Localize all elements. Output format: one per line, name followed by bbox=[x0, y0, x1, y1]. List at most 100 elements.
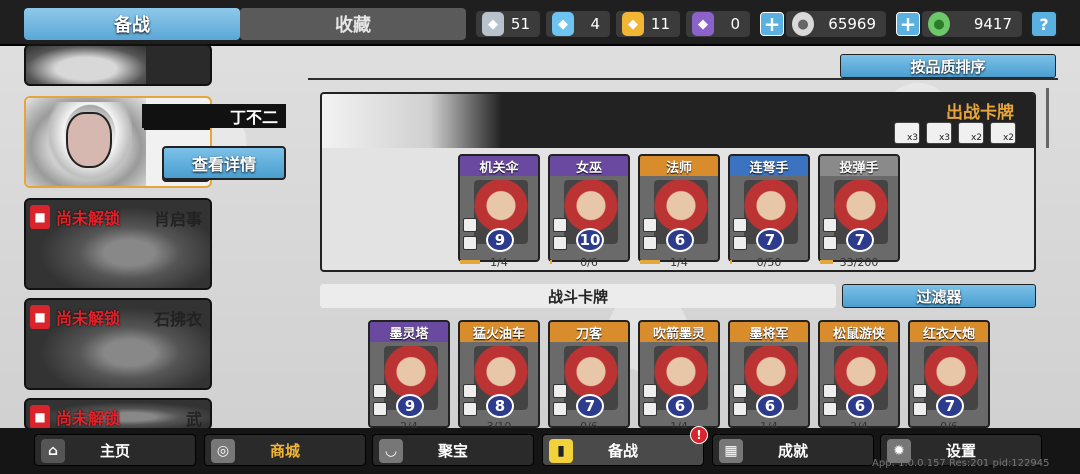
filter-button[interactable]: 过滤器 bbox=[842, 284, 1036, 308]
trait-icon bbox=[463, 402, 477, 416]
card[interactable]: 机关伞 9 bbox=[458, 154, 540, 262]
top-bar: 备战 收藏 ◆ 51 ◆ 4 ◆ 11 ◆ 0 + ● 65969 + ● 94… bbox=[0, 0, 1080, 46]
nav-home[interactable]: ⌂ 主页 bbox=[34, 434, 196, 466]
card-progress bbox=[730, 260, 732, 264]
nav-prepare[interactable]: ▮ 备战 bbox=[542, 434, 704, 466]
hero-card-locked[interactable]: ■ 尚未解锁 武 bbox=[24, 398, 212, 430]
cost-badge: 7 bbox=[936, 394, 964, 418]
tab-collection[interactable]: 收藏 bbox=[240, 8, 466, 40]
notification-badge: ! bbox=[690, 426, 708, 444]
lock-label: 尚未解锁 bbox=[56, 209, 121, 228]
resource-purple-badge: ◆ 0 bbox=[686, 11, 750, 37]
lock-label: 尚未解锁 bbox=[56, 309, 121, 328]
card[interactable]: 连弩手 7 bbox=[728, 154, 810, 262]
trait-icon bbox=[913, 384, 927, 398]
hero-name: 石拂衣 bbox=[153, 310, 202, 329]
version-info: App: 1.0.0.157 Res:201 pid:122945 bbox=[872, 458, 1050, 469]
resource-silver-badge: ◆ 51 bbox=[476, 11, 540, 37]
achievement-icon: ▦ bbox=[719, 439, 743, 463]
card-name: 吹箭墨灵 bbox=[652, 326, 705, 342]
silver-badge-icon: ◆ bbox=[482, 12, 504, 36]
card-count: 2/4 bbox=[850, 420, 868, 428]
lock-row: ■ 尚未解锁 bbox=[30, 204, 120, 230]
card[interactable]: 墨灵塔 9 bbox=[368, 320, 450, 428]
card-name: 法师 bbox=[665, 160, 692, 176]
trait-icon bbox=[643, 402, 657, 416]
hero-face bbox=[66, 112, 112, 168]
trait-icon bbox=[553, 402, 567, 416]
add-gems-button[interactable]: + bbox=[896, 12, 920, 36]
card-count: 2/4 bbox=[400, 420, 418, 428]
hero-name: 肖启事 bbox=[153, 210, 202, 229]
card[interactable]: 松鼠游侠 6 bbox=[818, 320, 900, 428]
hero-portrait bbox=[26, 46, 146, 84]
card[interactable]: 女巫 10 bbox=[548, 154, 630, 262]
trait-icon bbox=[823, 218, 837, 232]
view-details-button-label[interactable]: 查看详情 bbox=[162, 146, 286, 180]
card[interactable]: 吹箭墨灵 6 bbox=[638, 320, 720, 428]
card[interactable]: 墨将军 6 bbox=[728, 320, 810, 428]
cards-icon: ▮ bbox=[549, 439, 573, 463]
card-count: 0/6 bbox=[580, 420, 598, 428]
nav-shop[interactable]: ◎ 商城 bbox=[204, 434, 366, 466]
cost-badge: 9 bbox=[486, 228, 514, 252]
hero-card-locked[interactable]: ■ 尚未解锁 肖启事 bbox=[24, 198, 212, 290]
trait-icon bbox=[373, 384, 387, 398]
hero-name-label: 丁不二 bbox=[142, 104, 286, 128]
card[interactable]: 红衣大炮 7 bbox=[908, 320, 990, 428]
ability-icon[interactable]: x2 bbox=[958, 122, 984, 144]
resource-value: 9417 bbox=[973, 15, 1012, 33]
cost-badge: 6 bbox=[846, 394, 874, 418]
hero-name: 武 bbox=[185, 410, 202, 429]
hero-banner bbox=[322, 94, 502, 148]
nav-label: 备战 bbox=[607, 441, 638, 460]
trait-icon bbox=[643, 384, 657, 398]
card[interactable]: 刀客 7 bbox=[548, 320, 630, 428]
lock-row: ■ 尚未解锁 bbox=[30, 304, 120, 330]
card-name: 投弹手 bbox=[839, 160, 879, 176]
cost-badge: 6 bbox=[756, 394, 784, 418]
card[interactable]: 投弹手 7 bbox=[818, 154, 900, 262]
hero-portrait bbox=[26, 98, 146, 186]
add-coins-button[interactable]: + bbox=[760, 12, 784, 36]
battle-cards-title: 战斗卡牌 bbox=[320, 284, 836, 308]
card[interactable]: 法师 6 bbox=[638, 154, 720, 262]
cost-badge: 7 bbox=[576, 394, 604, 418]
trait-icon bbox=[733, 218, 747, 232]
nav-achievements[interactable]: ▦ 成就 bbox=[712, 434, 874, 466]
resource-value: 0 bbox=[730, 15, 740, 33]
card[interactable]: 猛火油车 8 bbox=[458, 320, 540, 428]
cost-badge: 10 bbox=[576, 228, 604, 252]
ability-icon[interactable]: x2 bbox=[990, 122, 1016, 144]
ability-icon[interactable]: x3 bbox=[926, 122, 952, 144]
blue-crystal-icon: ◆ bbox=[552, 12, 574, 36]
card-count: 3/10 bbox=[486, 420, 512, 428]
resource-value: 65969 bbox=[828, 15, 876, 33]
card-count: 1/4 bbox=[670, 420, 688, 428]
trait-icon bbox=[463, 218, 477, 232]
hero-card-locked[interactable]: ■ 尚未解锁 石拂衣 bbox=[24, 298, 212, 390]
trait-icon bbox=[733, 236, 747, 250]
resource-silver-coin: ● 65969 bbox=[786, 11, 886, 37]
card-name: 墨将军 bbox=[749, 326, 789, 342]
card-name: 红衣大炮 bbox=[922, 326, 975, 342]
sort-by-quality-button[interactable]: 按品质排序 bbox=[840, 54, 1056, 78]
temple-icon: ⌂ bbox=[41, 439, 65, 463]
help-button[interactable]: ? bbox=[1030, 10, 1058, 38]
card-progress bbox=[820, 260, 833, 264]
hero-card-partial[interactable] bbox=[24, 44, 212, 86]
nav-treasure[interactable]: ◡ 聚宝 bbox=[372, 434, 534, 466]
deck-title: 出战卡牌 bbox=[946, 103, 1014, 123]
card-count: 1/4 bbox=[760, 420, 778, 428]
trait-icon bbox=[553, 218, 567, 232]
trait-icon bbox=[823, 402, 837, 416]
trait-icon bbox=[823, 236, 837, 250]
tab-prepare[interactable]: 备战 bbox=[24, 8, 240, 40]
trait-icon bbox=[553, 236, 567, 250]
nav-label: 成就 bbox=[777, 441, 808, 460]
scrollbar[interactable] bbox=[1046, 88, 1049, 148]
ability-icon[interactable]: x3 bbox=[894, 122, 920, 144]
trait-icon bbox=[823, 384, 837, 398]
card-progress bbox=[550, 260, 552, 264]
silver-coin-icon: ● bbox=[792, 12, 814, 36]
